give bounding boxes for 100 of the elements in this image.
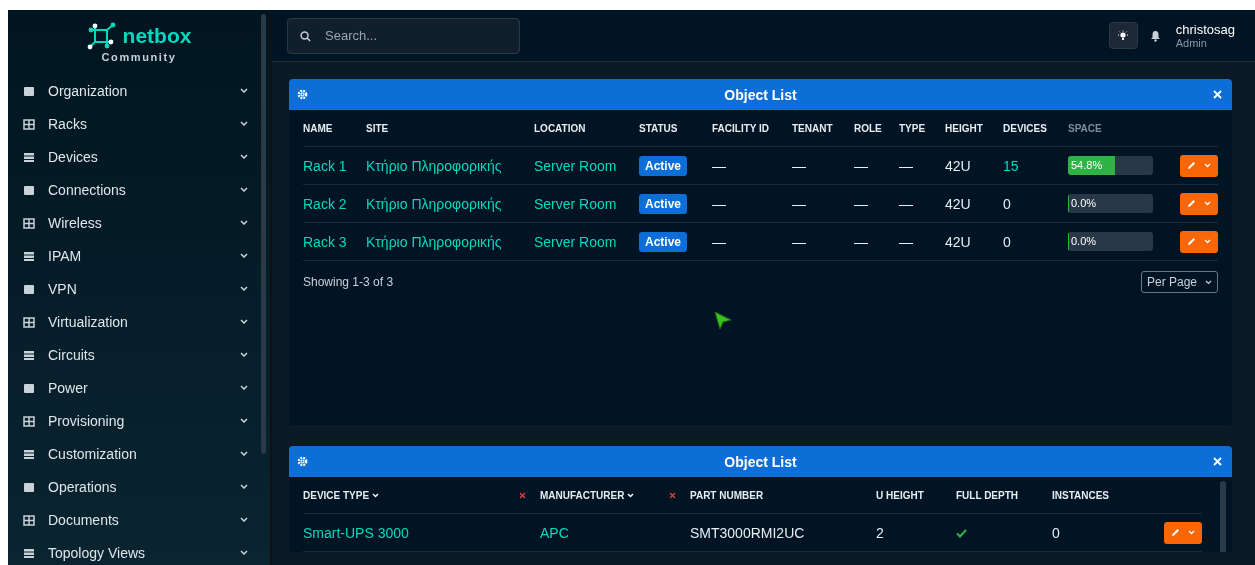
lightbulb-icon [1117,29,1130,42]
utilization-label: 0.0% [1071,235,1097,247]
pagination-summary: Showing 1-3 of 3 [303,275,394,289]
scrollbar[interactable] [261,14,266,454]
close-icon[interactable] [1213,457,1222,466]
brand-name[interactable]: netbox [122,24,192,48]
nav-item[interactable]: Organization [8,74,270,107]
nav-item[interactable]: Devices [8,140,270,173]
site-link[interactable]: Κτήριο Πληροφορικής [366,195,502,212]
location-link[interactable]: Server Room [534,233,617,250]
theme-toggle-button[interactable] [1108,22,1138,49]
manufacturer-link[interactable]: APC [540,524,569,541]
device-type-link[interactable]: Smart-UPS 3000 [303,524,409,541]
table-cell: SMT3000RMI2UC [690,524,805,541]
status-badge: Active [639,231,688,252]
per-page-select[interactable]: Per Page [1140,271,1218,293]
grid-icon [23,117,35,130]
scrollbar[interactable] [1220,481,1226,552]
rack-link[interactable]: Rack 1 [303,157,347,174]
table-cell: — [899,195,913,212]
nav-item[interactable]: IPAM [8,239,270,272]
column-header: SITE [366,110,534,147]
table-cell: — [854,157,868,174]
device-count[interactable]: 15 [1003,157,1019,174]
chevron-down-icon [240,517,248,522]
search-icon [300,30,311,42]
table-cell: — [854,195,868,212]
rack-link[interactable]: Rack 3 [303,233,347,250]
pencil-icon [1171,528,1180,537]
pencil-icon [1187,199,1196,208]
column-header: INSTANCES [1052,489,1111,501]
table-cell: — [712,233,726,250]
column-header: TYPE [899,110,945,147]
device-count: 0 [1003,233,1011,250]
caret-icon [1205,279,1212,285]
nav-item[interactable]: Connections [8,173,270,206]
table-cell: — [792,195,806,212]
caret-icon [1188,530,1195,535]
table-cell: — [712,195,726,212]
utilization-label: 54.8% [1071,159,1103,171]
site-link[interactable]: Κτήριο Πληροφορικής [366,233,502,250]
pencil-icon [1187,237,1196,246]
nav-item[interactable]: Power [8,371,270,404]
column-header[interactable]: MANUFACTURER [540,489,669,501]
chevron-down-icon [240,253,248,258]
nav-item[interactable]: Documents [8,503,270,536]
column-header: FULL DEPTH [956,489,1020,501]
caret-icon [1204,239,1211,244]
caret-icon [1204,201,1211,206]
panel-title: Object List [723,453,798,470]
edit-button[interactable] [1164,521,1202,544]
chevron-down-icon [240,286,248,291]
chevron-down-icon [240,484,248,489]
utilization-label: 0.0% [1071,197,1097,209]
table-cell: 2 [876,524,884,541]
table-cell: — [712,157,726,174]
edit-button[interactable] [1180,154,1218,177]
nav-item[interactable]: Wireless [8,206,270,239]
table-cell: — [899,157,913,174]
edit-button[interactable] [1180,192,1218,215]
nav-item[interactable]: Customization [8,437,270,470]
column-header: SPACE [1068,110,1174,147]
column-header: FACILITY ID [712,110,792,147]
location-link[interactable]: Server Room [534,195,617,212]
chevron-down-icon [240,121,248,126]
column-header[interactable]: DEVICE TYPE [303,489,519,501]
search-field[interactable]: Search... [287,17,520,54]
location-link[interactable]: Server Room [534,157,617,174]
nav-item[interactable]: Topology Views [8,536,270,565]
table-cell: 42U [945,157,971,174]
bell-icon[interactable] [1149,29,1161,42]
site-link[interactable]: Κτήριο Πληροφορικής [366,157,502,174]
nav-item[interactable]: Provisioning [8,404,270,437]
caret-icon [1204,163,1211,168]
column-header: NAME [303,110,366,147]
remove-column-icon[interactable] [519,491,526,499]
nav-item[interactable]: Racks [8,107,270,140]
nav-item[interactable]: Virtualization [8,305,270,338]
chevron-down-icon [240,154,248,159]
nav-item[interactable]: Circuits [8,338,270,371]
edit-button[interactable] [1180,230,1218,253]
gear-icon[interactable] [297,456,308,467]
table-cell: — [792,233,806,250]
chevron-down-icon [240,187,248,192]
column-header: ROLE [854,110,899,147]
user-name[interactable]: christosag [1175,22,1235,37]
column-header: TENANT [792,110,854,147]
cursor-icon [713,310,733,330]
nav-item[interactable]: Operations [8,470,270,503]
close-icon[interactable] [1213,90,1222,99]
remove-column-icon[interactable] [669,491,676,499]
table-cell: 42U [945,195,971,212]
edition-label: Community [101,51,177,63]
column-header: LOCATION [534,110,639,147]
rack-link[interactable]: Rack 2 [303,195,347,212]
user-role: Admin [1175,37,1208,49]
gear-icon[interactable] [297,89,308,100]
nav-item[interactable]: VPN [8,272,270,305]
chevron-down-icon [240,550,248,555]
table-cell: 0 [1052,524,1060,541]
